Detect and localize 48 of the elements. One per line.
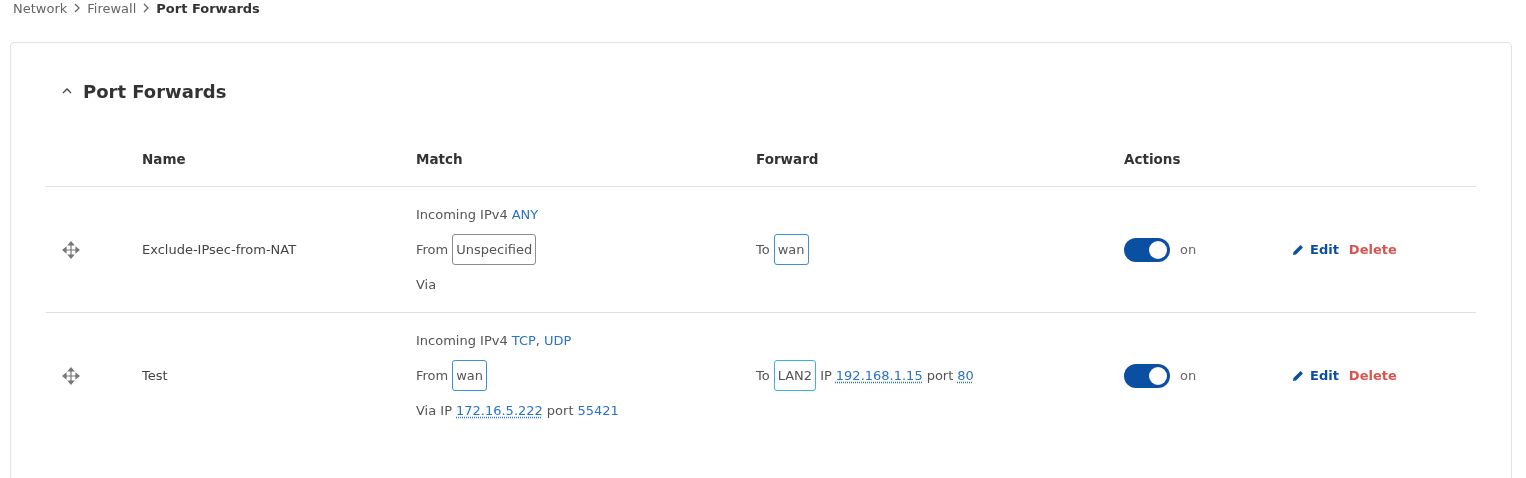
address-link[interactable]: 80 — [957, 368, 974, 383]
column-header: Match — [416, 151, 464, 167]
delete-button[interactable]: Delete — [1348, 368, 1397, 383]
address-link[interactable]: 192.168.1.15 — [835, 368, 923, 383]
pencil-icon — [1292, 243, 1304, 256]
label-text: To — [756, 242, 770, 257]
breadcrumb-link[interactable]: Network — [13, 0, 68, 16]
label-text: Via IP — [416, 403, 452, 418]
protocol-link[interactable]: ANY — [511, 207, 539, 222]
label-text: From — [416, 368, 449, 383]
section-title: Port Forwards — [83, 80, 227, 102]
chevron-right-icon — [73, 3, 82, 13]
pencil-icon — [1292, 369, 1304, 382]
breadcrumb-link[interactable]: Firewall — [87, 0, 137, 16]
breadcrumb-link[interactable]: Port Forwards — [156, 0, 260, 16]
label-text: port — [546, 403, 574, 418]
rule-name: Exclude-IPsec-from-NAT — [142, 242, 298, 257]
protocol-link[interactable]: TCP — [511, 333, 536, 348]
column-header: Forward — [756, 151, 820, 167]
zone-tag: Unspecified — [452, 234, 537, 265]
delete-button[interactable]: Delete — [1348, 242, 1397, 257]
toggle-switch[interactable] — [1124, 363, 1170, 388]
chevron-right-icon — [142, 3, 151, 13]
edit-button[interactable]: Edit — [1292, 368, 1339, 383]
protocol-link[interactable]: UDP — [543, 333, 572, 348]
chevron-up-icon[interactable] — [61, 87, 73, 95]
label-text: Incoming IPv4 — [416, 207, 508, 222]
zone-tag: wan — [452, 360, 488, 391]
status-text: on — [1180, 242, 1197, 257]
status-text: on — [1180, 368, 1197, 383]
rule-name: Test — [142, 368, 169, 383]
move-icon[interactable] — [62, 240, 80, 259]
label-text: Via — [416, 277, 437, 292]
address-link[interactable]: 172.16.5.222 — [456, 403, 543, 418]
column-header: Actions — [1124, 151, 1182, 167]
zone-tag: LAN2 — [773, 360, 817, 391]
protocol-link[interactable]: 55421 — [577, 403, 619, 418]
toggle-switch[interactable] — [1124, 237, 1170, 262]
label-text: From — [416, 242, 449, 257]
label-text: Incoming IPv4 — [416, 333, 508, 348]
label-text: IP — [820, 368, 832, 383]
zone-tag: wan — [773, 234, 809, 265]
column-header: Name — [142, 151, 187, 167]
label-text: port — [926, 368, 954, 383]
separator-text: , — [535, 333, 540, 348]
move-icon[interactable] — [62, 366, 80, 385]
edit-button[interactable]: Edit — [1292, 242, 1339, 257]
label-text: To — [756, 368, 770, 383]
